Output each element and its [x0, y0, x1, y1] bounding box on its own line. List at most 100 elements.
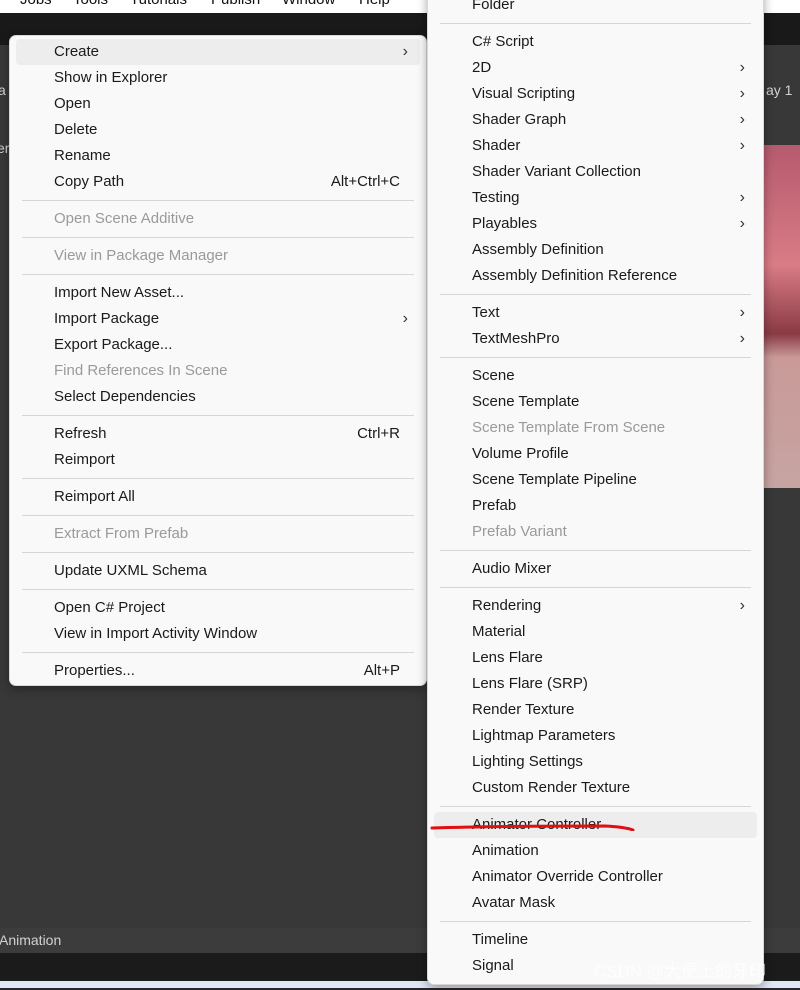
menu-item-show-in-explorer[interactable]: Show in Explorer — [16, 65, 420, 91]
menu-item-playables[interactable]: Playables › — [434, 211, 757, 237]
menu-item-select-dependencies[interactable]: Select Dependencies — [16, 384, 420, 410]
menu-item-export-package[interactable]: Export Package... — [16, 332, 420, 358]
menu-separator — [434, 582, 757, 593]
menu-item-reimport-all[interactable]: Reimport All — [16, 484, 420, 510]
menu-publish[interactable]: Publish — [211, 0, 260, 8]
scene-view[interactable] — [764, 145, 800, 488]
menu-item-assembly-definition[interactable]: Assembly Definition — [434, 237, 757, 263]
chevron-right-icon: › — [739, 137, 745, 154]
menu-item-delete[interactable]: Delete — [16, 117, 420, 143]
menu-separator — [434, 18, 757, 29]
menu-item-label: Rendering — [472, 597, 542, 614]
menu-item-import-package[interactable]: Import Package › — [16, 306, 420, 332]
menu-item-prefab-variant: Prefab Variant — [434, 519, 757, 545]
menu-separator — [16, 195, 420, 206]
menu-item-create[interactable]: Create › — [16, 39, 420, 65]
menu-item-rename[interactable]: Rename — [16, 143, 420, 169]
menu-item-label: Open C# Project — [54, 599, 165, 616]
menu-help[interactable]: Help — [359, 0, 390, 8]
menu-item-textmeshpro[interactable]: TextMeshPro › — [434, 326, 757, 352]
menu-item-label: Volume Profile — [472, 445, 569, 462]
menu-item-label: Assembly Definition — [472, 241, 604, 258]
menu-item-scene-template-pipeline[interactable]: Scene Template Pipeline — [434, 467, 757, 493]
menu-item-label: Shader Variant Collection — [472, 163, 641, 180]
menu-item-audio-mixer[interactable]: Audio Mixer — [434, 556, 757, 582]
shortcut-label: Ctrl+R — [357, 425, 400, 442]
menu-item-label: Prefab — [472, 497, 517, 514]
menu-item-avatar-mask[interactable]: Avatar Mask — [434, 890, 757, 916]
menu-separator — [16, 647, 420, 658]
menu-item-lighting-settings[interactable]: Lighting Settings — [434, 749, 757, 775]
menu-item-label: Find References In Scene — [54, 362, 228, 379]
menu-item-label: Lens Flare (SRP) — [472, 675, 588, 692]
menu-jobs[interactable]: Jobs — [20, 0, 52, 8]
menu-separator — [16, 584, 420, 595]
menu-item-label: TextMeshPro — [472, 330, 560, 347]
menu-item-folder[interactable]: Folder — [434, 0, 757, 18]
menu-item-view-in-import-activity-window[interactable]: View in Import Activity Window — [16, 621, 420, 647]
create-submenu: Folder C# Script 2D › Visual Scripting › Shade… — [427, 0, 764, 985]
menu-item-scene-template-from-scene: Scene Template From Scene — [434, 415, 757, 441]
animation-tab[interactable]: Animation — [0, 932, 61, 948]
menu-separator — [16, 410, 420, 421]
menu-item-2d[interactable]: 2D › — [434, 55, 757, 81]
menu-tools[interactable]: Tools — [73, 0, 108, 8]
menu-item-scene-template[interactable]: Scene Template — [434, 389, 757, 415]
display-tab-fragment[interactable]: ay 1 — [766, 82, 792, 98]
menu-item-label: Shader — [472, 137, 521, 154]
menu-item-open[interactable]: Open — [16, 91, 420, 117]
menu-item-properties[interactable]: Properties... Alt+P — [16, 658, 420, 684]
menu-item-c-script[interactable]: C# Script — [434, 29, 757, 55]
menu-item-shader-variant-collection[interactable]: Shader Variant Collection — [434, 159, 757, 185]
menu-item-label: Scene Template — [472, 393, 580, 410]
menu-item-render-texture[interactable]: Render Texture — [434, 697, 757, 723]
menu-item-testing[interactable]: Testing › — [434, 185, 757, 211]
menu-item-copy-path[interactable]: Copy Path Alt+Ctrl+C — [16, 169, 420, 195]
menu-item-material[interactable]: Material — [434, 619, 757, 645]
menu-item-animation[interactable]: Animation — [434, 838, 757, 864]
menu-item-prefab[interactable]: Prefab — [434, 493, 757, 519]
menu-window[interactable]: Window — [282, 0, 335, 8]
menu-item-label: Text — [472, 304, 500, 321]
menu-item-label: Rename — [54, 147, 111, 164]
menu-item-volume-profile[interactable]: Volume Profile — [434, 441, 757, 467]
menu-item-scene[interactable]: Scene — [434, 363, 757, 389]
menu-item-label: Animation — [472, 842, 539, 859]
menu-item-animator-override-controller[interactable]: Animator Override Controller — [434, 864, 757, 890]
menu-item-label: Audio Mixer — [472, 560, 552, 577]
menu-item-label: Scene Template From Scene — [472, 419, 666, 436]
menu-item-lens-flare-srp[interactable]: Lens Flare (SRP) — [434, 671, 757, 697]
menu-item-refresh[interactable]: Refresh Ctrl+R — [16, 421, 420, 447]
menu-tutorials[interactable]: Tutorials — [130, 0, 187, 8]
menu-item-label: Animator Override Controller — [472, 868, 663, 885]
menu-item-label: View in Package Manager — [54, 247, 228, 264]
menu-item-text[interactable]: Text › — [434, 300, 757, 326]
menu-item-label: Playables — [472, 215, 538, 232]
menu-item-custom-render-texture[interactable]: Custom Render Texture — [434, 775, 757, 801]
menu-item-timeline[interactable]: Timeline — [434, 927, 757, 953]
menu-item-lens-flare[interactable]: Lens Flare — [434, 645, 757, 671]
panel-tab-fragment: a — [0, 82, 6, 98]
menu-item-assembly-definition-reference[interactable]: Assembly Definition Reference — [434, 263, 757, 289]
menu-item-label: Export Package... — [54, 336, 173, 353]
menu-item-label: Assembly Definition Reference — [472, 267, 678, 284]
menu-item-visual-scripting[interactable]: Visual Scripting › — [434, 81, 757, 107]
menu-separator — [16, 232, 420, 243]
menu-item-rendering[interactable]: Rendering › — [434, 593, 757, 619]
menu-item-label: Properties... — [54, 662, 135, 679]
menu-item-lightmap-parameters[interactable]: Lightmap Parameters — [434, 723, 757, 749]
menu-separator — [16, 510, 420, 521]
menu-item-shader-graph[interactable]: Shader Graph › — [434, 107, 757, 133]
menu-item-label: Visual Scripting — [472, 85, 576, 102]
menu-item-label: 2D — [472, 59, 492, 76]
chevron-right-icon: › — [739, 111, 745, 128]
menu-separator — [16, 269, 420, 280]
menu-item-import-new-asset[interactable]: Import New Asset... — [16, 280, 420, 306]
menu-item-label: C# Script — [472, 33, 534, 50]
menu-item-open-c-project[interactable]: Open C# Project — [16, 595, 420, 621]
menu-item-reimport[interactable]: Reimport — [16, 447, 420, 473]
menu-item-label: Lightmap Parameters — [472, 727, 616, 744]
menu-item-label: Delete — [54, 121, 98, 138]
menu-item-update-uxml-schema[interactable]: Update UXML Schema — [16, 558, 420, 584]
menu-item-shader[interactable]: Shader › — [434, 133, 757, 159]
